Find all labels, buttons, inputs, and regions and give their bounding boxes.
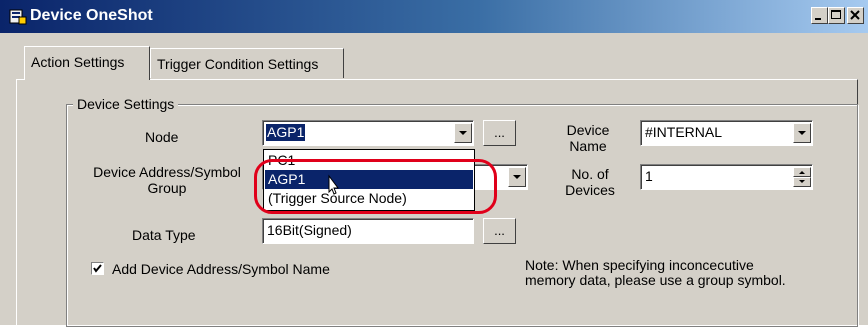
data-type-field[interactable]: 16Bit(Signed): [262, 218, 474, 244]
data-type-value: 16Bit(Signed): [267, 222, 352, 238]
chevron-down-icon: [513, 175, 521, 179]
device-name-value: #INTERNAL: [645, 124, 723, 140]
close-button[interactable]: [847, 7, 864, 24]
no-of-devices-label-line1: No. of: [571, 166, 609, 182]
data-type-browse-button[interactable]: ...: [483, 218, 516, 244]
device-settings-group-title: Device Settings: [73, 95, 179, 113]
node-combobox[interactable]: AGP1: [262, 120, 474, 146]
device-address-dropdown-button[interactable]: [508, 167, 526, 187]
data-type-label: Data Type: [132, 227, 196, 243]
spin-down-icon: [799, 180, 805, 183]
no-of-devices-label: No. of Devices: [560, 166, 620, 198]
node-value: AGP1: [266, 124, 306, 141]
chevron-down-icon: [798, 131, 806, 135]
minimize-icon: [815, 18, 821, 20]
device-name-combobox[interactable]: #INTERNAL: [640, 120, 813, 146]
no-of-devices-label-line2: Devices: [565, 182, 615, 198]
device-address-group-label-line2: Group: [147, 180, 187, 196]
window-title: Device OneShot: [30, 7, 153, 24]
minimize-button[interactable]: [811, 7, 828, 24]
tab-action-settings[interactable]: Action Settings: [24, 46, 150, 80]
spin-up-icon: [799, 171, 805, 174]
add-device-address-label[interactable]: Add Device Address/Symbol Name: [112, 261, 330, 277]
device-address-group-label-line1: Device Address/Symbol: [93, 164, 241, 180]
device-address-group-label: Device Address/Symbol Group: [82, 164, 252, 196]
spin-up-button[interactable]: [793, 167, 811, 177]
spin-down-button[interactable]: [793, 177, 811, 187]
device-name-label: Device Name: [560, 122, 616, 154]
node-dropdown-button[interactable]: [454, 123, 472, 143]
checkmark-icon: [93, 264, 102, 273]
group-symbol-note: Note: When specifying inconcecutive memo…: [525, 257, 786, 288]
mouse-pointer-icon: [328, 174, 339, 195]
node-browse-button[interactable]: ...: [483, 120, 516, 146]
device-name-label-line2: Name: [569, 138, 607, 154]
maximize-button[interactable]: [828, 7, 845, 24]
highlight-ring: [254, 159, 497, 214]
device-oneshot-window: Device OneShot Action Settings Trigger C…: [0, 0, 868, 327]
no-of-devices-spinbox[interactable]: 1: [640, 164, 813, 190]
maximize-icon: [831, 10, 841, 19]
device-name-dropdown-button[interactable]: [793, 123, 811, 143]
title-bar[interactable]: Device OneShot: [0, 0, 868, 33]
no-of-devices-value: 1: [645, 168, 653, 184]
device-name-label-line1: Device: [566, 122, 610, 138]
close-icon: [850, 10, 860, 20]
tab-trigger-condition-settings[interactable]: Trigger Condition Settings: [150, 48, 344, 78]
add-device-address-checkbox[interactable]: [91, 262, 104, 275]
node-label: Node: [145, 129, 179, 145]
chevron-down-icon: [459, 131, 467, 135]
device-oneshot-icon: [9, 9, 27, 25]
